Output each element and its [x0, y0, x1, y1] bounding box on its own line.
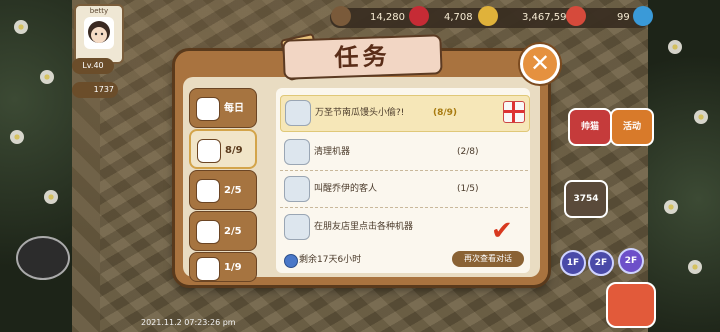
recheck-dialog-button[interactable]: 再次查看对话 — [452, 251, 524, 267]
flower-decoration — [668, 40, 682, 54]
girl-face-icon — [196, 220, 220, 244]
daily-calendar-icon — [196, 97, 220, 121]
currency-2: 4,708 — [444, 12, 473, 23]
quest-progress: (2/8) — [457, 147, 479, 157]
player-name: betty — [89, 7, 109, 15]
tab-halloween[interactable]: 8/9 — [189, 129, 257, 169]
checkmark-icon: ✔ — [491, 216, 513, 246]
cake-icon — [196, 179, 220, 203]
side-button-2[interactable]: 活动 — [610, 108, 654, 146]
floor-button-2f[interactable]: 2F — [588, 250, 614, 276]
tab-cake[interactable]: 2/5 — [189, 170, 257, 210]
level-badge: Lv.40 — [72, 58, 114, 74]
player-card[interactable]: betty — [74, 4, 124, 64]
quest-progress: (8/9) — [433, 108, 458, 118]
quest-row[interactable]: 万圣节南瓜馒头小偷?! (8/9) — [280, 95, 530, 132]
quest-title: 叫醒乔伊的客人 — [314, 184, 378, 194]
close-button[interactable]: ✕ — [520, 44, 560, 84]
floor-button-2f-active[interactable]: 2F — [618, 248, 644, 274]
tab-girl[interactable]: 2/5 — [189, 211, 257, 251]
remaining-time: 剩余17天6小时 — [299, 255, 362, 265]
flower-decoration — [688, 260, 702, 274]
flower-decoration — [694, 110, 708, 124]
player-avatar — [84, 17, 114, 49]
flower-decoration — [664, 200, 678, 214]
girl-face-icon — [284, 176, 310, 202]
quest-row[interactable]: 清理机器 (2/8) — [280, 135, 528, 171]
flower-decoration — [10, 130, 24, 144]
quest-title: 在朋友店里点击各种机器 — [314, 222, 414, 232]
coffee-cup-icon[interactable] — [16, 236, 70, 280]
floor-button-1f[interactable]: 1F — [560, 250, 586, 276]
quest-progress: (1/5) — [457, 184, 479, 194]
side-button-1[interactable]: 帅猫 — [568, 108, 612, 146]
coin-icon — [478, 6, 498, 26]
tab-label: 2/5 — [224, 226, 242, 237]
tab-label: 每日 — [224, 103, 244, 114]
foliage-right — [648, 0, 720, 332]
heart-icon — [409, 6, 429, 26]
foliage-left — [0, 0, 72, 332]
gems-count: 99 — [617, 12, 630, 23]
dialog-title-banner: 任务 — [282, 34, 443, 80]
gift-icon[interactable] — [503, 101, 525, 123]
coffee-icon — [196, 257, 220, 281]
home-icon[interactable] — [606, 282, 656, 328]
quest-title: 万圣节南瓜馒头小偷?! — [315, 108, 405, 118]
machine-icon — [284, 139, 310, 165]
flower-decoration — [40, 70, 54, 84]
tab-label: 2/5 — [224, 185, 242, 196]
side-button-3[interactable]: 3754 — [564, 180, 608, 218]
add-currency-icon[interactable] — [566, 6, 586, 26]
girl-face-icon — [284, 214, 310, 240]
flower-decoration — [14, 20, 28, 34]
quest-title: 清理机器 — [314, 147, 351, 157]
timestamp: 2021.11.2 07:23:26 pm — [141, 318, 236, 327]
tab-daily[interactable]: 每日 — [189, 88, 257, 128]
ghost-icon — [285, 100, 311, 126]
tab-label: 1/9 — [224, 262, 242, 273]
tab-coffee[interactable]: 1/9 — [189, 252, 257, 282]
ghost-icon — [197, 139, 221, 163]
flower-decoration — [44, 190, 58, 204]
tab-label: 8/9 — [225, 145, 243, 156]
currency-1: 14,280 — [370, 12, 405, 23]
clock-icon — [284, 254, 298, 268]
player-coins: 1737 — [72, 82, 118, 98]
quest-row[interactable]: 叫醒乔伊的客人 (1/5) — [280, 172, 528, 208]
dialog-title: 任务 — [334, 42, 391, 72]
gem-icon — [633, 6, 653, 26]
coffee-bean-icon — [331, 6, 351, 26]
